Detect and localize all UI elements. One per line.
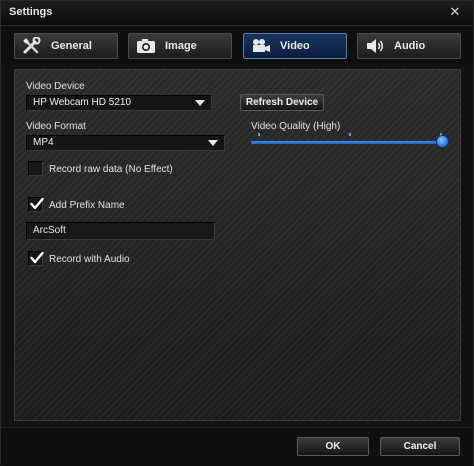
checkmark-icon — [30, 197, 44, 210]
slider-tick — [258, 133, 260, 136]
tools-icon — [21, 37, 43, 55]
video-quality-label: Video Quality (High) — [251, 121, 341, 132]
add-prefix-checkbox[interactable] — [28, 197, 44, 212]
video-settings-panel: Video Device HP Webcam HD 5210 Refresh D… — [14, 69, 461, 421]
video-device-label: Video Device — [26, 81, 85, 92]
chevron-down-icon — [208, 140, 218, 146]
video-device-value: HP Webcam HD 5210 — [33, 97, 132, 108]
close-button[interactable]: ✕ — [447, 4, 463, 20]
record-raw-label: Record raw data (No Effect) — [49, 164, 173, 175]
record-audio-label: Record with Audio — [49, 254, 130, 265]
settings-window: Settings ✕ General Image Video Audio Vid… — [0, 0, 474, 466]
speaker-icon — [364, 37, 386, 55]
add-prefix-label: Add Prefix Name — [49, 200, 125, 211]
title-bar: Settings ✕ — [1, 1, 473, 26]
tab-video-label: Video — [280, 40, 310, 52]
slider-thumb[interactable] — [435, 135, 449, 148]
tab-video[interactable]: Video — [243, 33, 347, 59]
close-icon: ✕ — [449, 4, 461, 19]
tab-audio-label: Audio — [394, 40, 426, 52]
video-device-dropdown[interactable]: HP Webcam HD 5210 — [26, 95, 212, 111]
video-camera-icon — [250, 37, 272, 55]
refresh-device-button[interactable]: Refresh Device — [240, 94, 324, 111]
tab-image[interactable]: Image — [128, 33, 232, 59]
cancel-button[interactable]: Cancel — [380, 437, 460, 456]
ok-button[interactable]: OK — [297, 437, 369, 456]
video-format-label: Video Format — [26, 121, 86, 132]
tab-bar: General Image Video Audio — [1, 26, 473, 64]
tab-audio[interactable]: Audio — [357, 33, 461, 59]
window-title: Settings — [9, 6, 53, 18]
checkmark-icon — [30, 251, 44, 264]
slider-track — [251, 141, 442, 144]
chevron-down-icon — [195, 100, 205, 106]
tab-general[interactable]: General — [14, 33, 118, 59]
record-audio-checkbox[interactable] — [28, 251, 44, 266]
dialog-footer: OK Cancel — [1, 427, 473, 466]
tab-general-label: General — [51, 40, 92, 52]
tab-image-label: Image — [165, 40, 197, 52]
camera-icon — [135, 37, 157, 55]
prefix-name-input[interactable]: ArcSoft — [26, 222, 215, 240]
slider-tick — [349, 133, 351, 136]
video-format-value: MP4 — [33, 137, 54, 148]
video-format-dropdown[interactable]: MP4 — [26, 135, 225, 151]
record-raw-checkbox[interactable] — [28, 161, 43, 176]
